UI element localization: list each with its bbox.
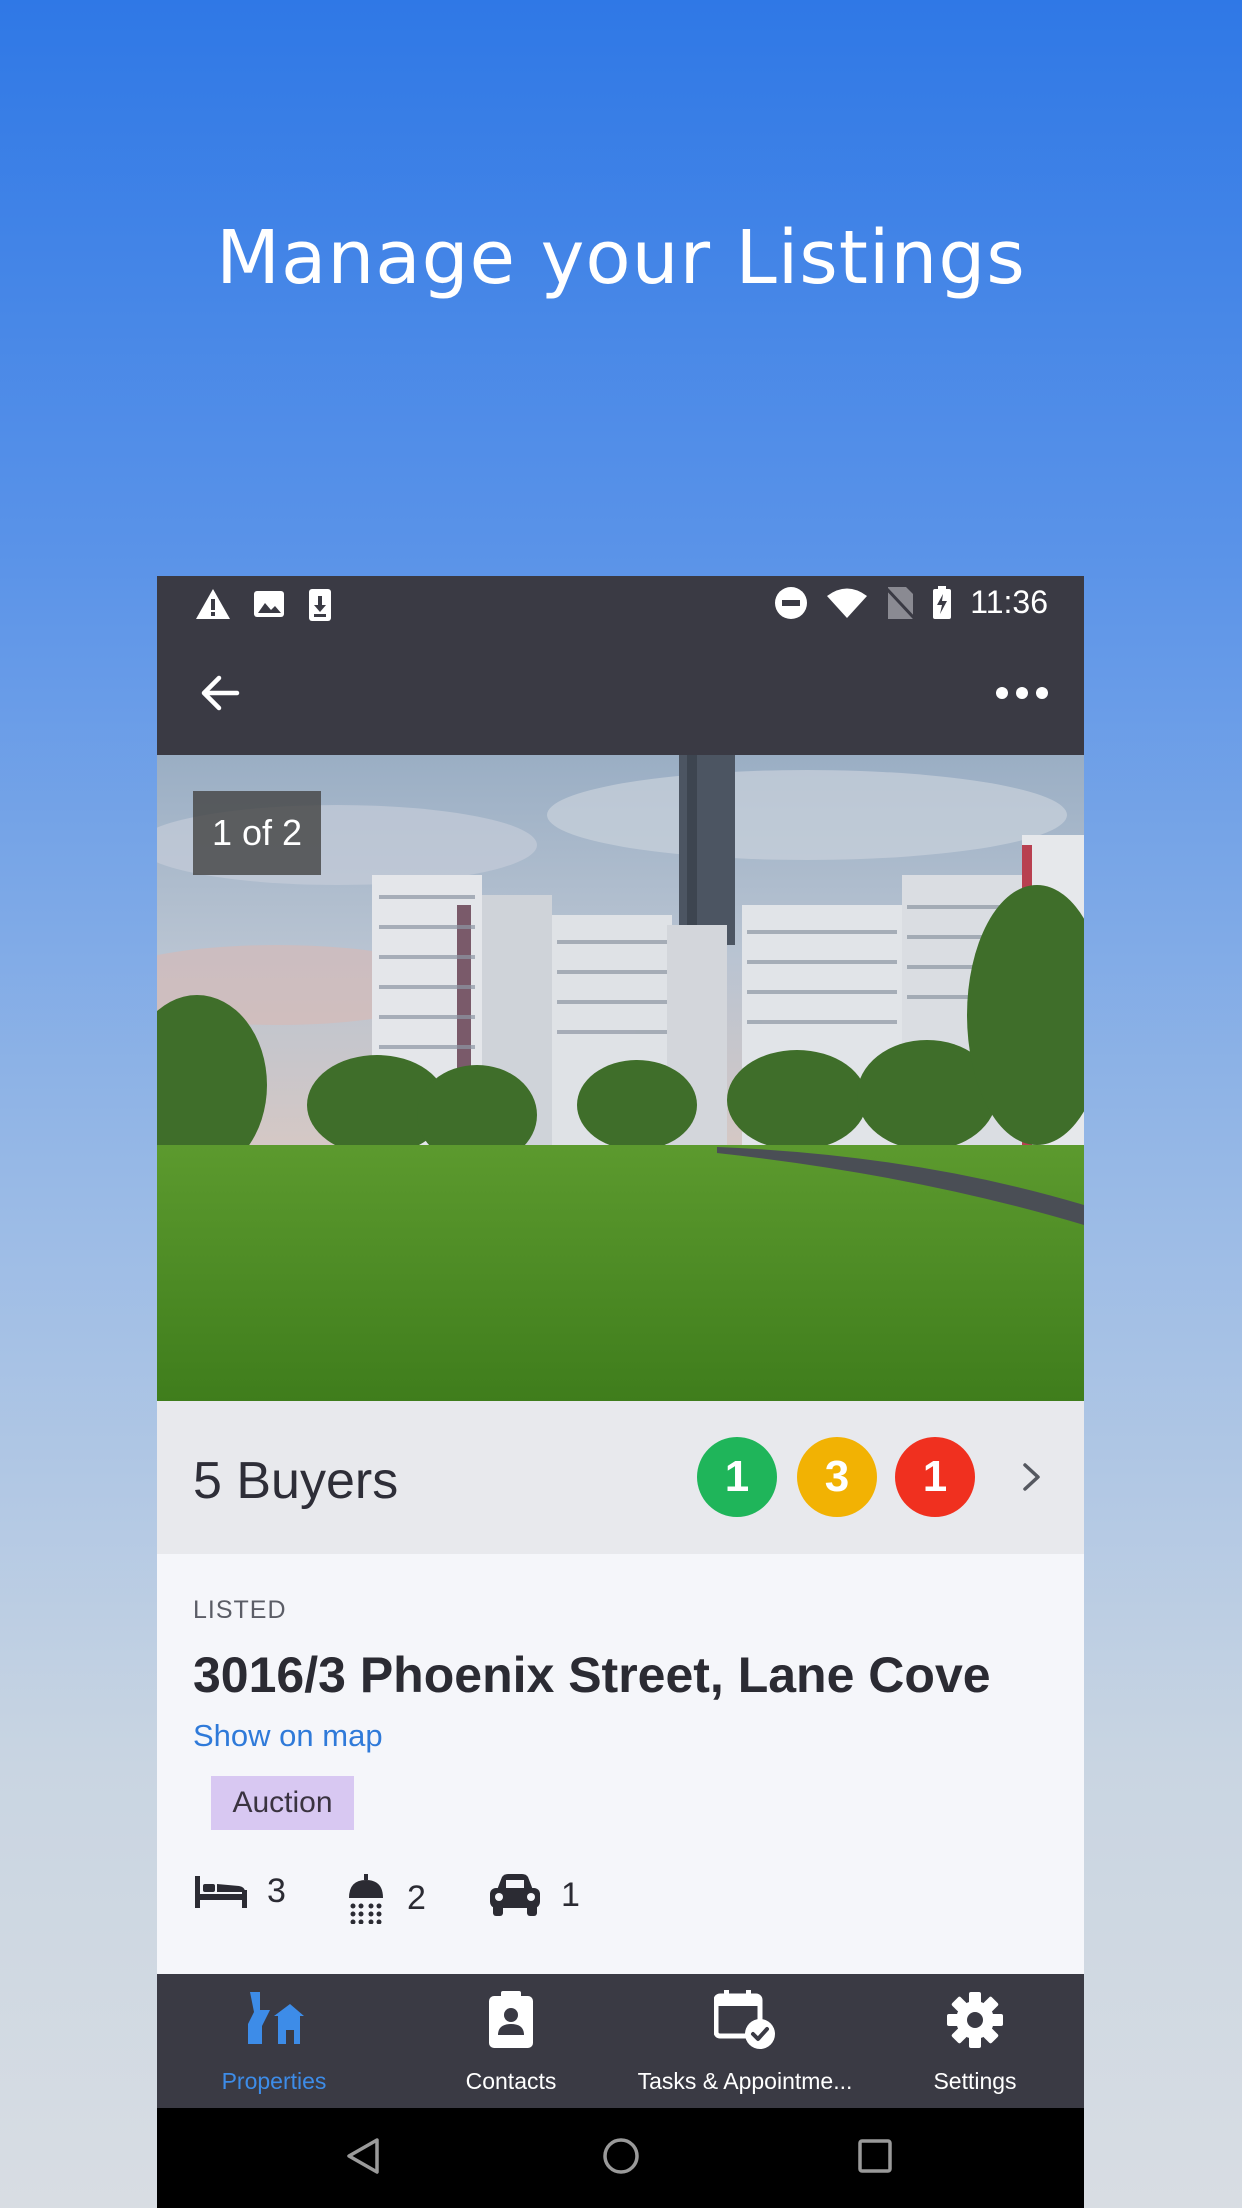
properties-icon	[248, 1992, 304, 2044]
no-sim-icon	[886, 586, 915, 619]
listing-address: 3016/3 Phoenix Street, Lane Cove	[193, 1647, 991, 1703]
show-on-map-link[interactable]: Show on map	[193, 1718, 383, 1754]
do-not-disturb-icon	[775, 586, 808, 619]
more-horizontal-icon[interactable]	[994, 670, 1050, 716]
nav-tasks-label: Tasks & Appointme...	[637, 2068, 853, 2094]
download-icon	[309, 589, 331, 621]
buyers-summary[interactable]: 5 Buyers 1 3 1	[157, 1401, 1084, 1554]
phone-screen: 11:36 1 of 2 5 Buyers 1 3 1 LISTED 3016/…	[157, 576, 1084, 2208]
status-time: 11:36	[970, 584, 1048, 620]
car-icon	[490, 1874, 540, 1916]
buyer-status-amber: 3	[797, 1437, 877, 1517]
warning-icon	[196, 589, 230, 619]
photo-counter: 1 of 2	[193, 791, 321, 875]
gear-icon	[947, 1992, 1003, 2048]
nav-settings[interactable]: Settings	[915, 1974, 1035, 2108]
calendar-check-icon	[714, 1990, 775, 2049]
app-toolbar	[157, 632, 1084, 755]
bathrooms-count: 2	[407, 1878, 426, 1917]
home-circle-icon[interactable]	[601, 2136, 641, 2176]
buyers-count-label: 5 Buyers	[193, 1452, 399, 1510]
back-triangle-icon[interactable]	[345, 2136, 381, 2176]
nav-properties-label: Properties	[221, 2068, 327, 2094]
bedrooms-feature: 3	[193, 1872, 286, 1911]
bedrooms-count: 3	[267, 1872, 286, 1910]
battery-charging-icon	[933, 585, 952, 619]
promo-headline: Manage your Listings	[216, 215, 1026, 301]
wifi-icon	[827, 588, 868, 618]
status-bar: 11:36	[157, 576, 1084, 632]
nav-contacts-label: Contacts	[465, 2068, 557, 2094]
bed-icon	[195, 1875, 247, 1908]
nav-contacts[interactable]: Contacts	[447, 1974, 575, 2108]
arrow-left-icon[interactable]	[197, 670, 243, 716]
image-icon	[254, 591, 284, 617]
nav-settings-label: Settings	[933, 2068, 1017, 2094]
nav-properties[interactable]: Properties	[201, 1974, 347, 2108]
parking-count: 1	[561, 1875, 580, 1914]
property-photo[interactable]: 1 of 2	[157, 755, 1084, 1401]
bottom-navigation: Properties Contacts Tasks & Appointme...…	[157, 1974, 1084, 2108]
shower-icon	[349, 1874, 383, 1924]
recents-square-icon[interactable]	[857, 2136, 893, 2176]
parking-feature: 1	[487, 1872, 580, 1918]
chevron-right-icon	[1023, 1463, 1040, 1491]
listing-details: LISTED 3016/3 Phoenix Street, Lane Cove …	[157, 1554, 1084, 1952]
sale-type-badge: Auction	[211, 1776, 354, 1830]
system-navigation-bar	[157, 2108, 1084, 2208]
contact-card-icon	[489, 1991, 533, 2048]
nav-tasks-appointments[interactable]: Tasks & Appointme...	[627, 1974, 863, 2108]
bathrooms-feature: 2	[343, 1872, 426, 1924]
listing-status: LISTED	[193, 1596, 287, 1624]
buyer-status-green: 1	[697, 1437, 777, 1517]
buyer-status-red: 1	[895, 1437, 975, 1517]
